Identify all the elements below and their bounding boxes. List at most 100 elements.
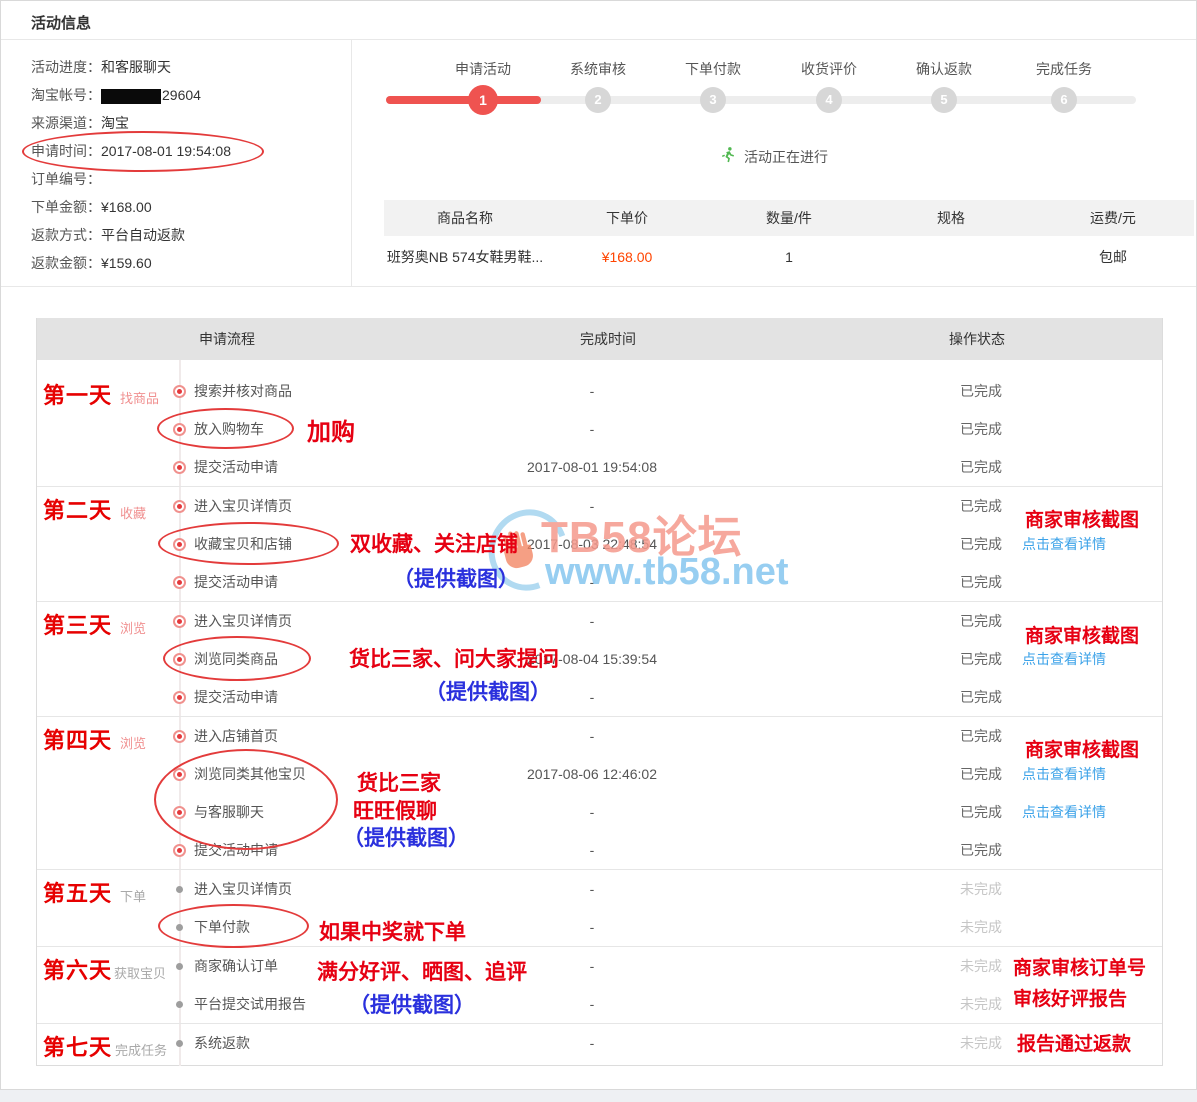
view-details-link[interactable]: 点击查看详情 <box>1022 525 1106 563</box>
product-table-header: 商品名称 下单价 数量/件 规格 运费/元 <box>384 200 1194 236</box>
step-label-6: 完成任务 <box>1004 59 1124 79</box>
product-shipping: 包邮 <box>1032 247 1194 267</box>
flow-step-row: 进入店铺首页-已完成 <box>37 717 1162 755</box>
divider <box>1 39 1196 40</box>
step-circle-1: 1 <box>468 85 498 115</box>
info-row-account: 淘宝帐号：29604 <box>31 81 341 109</box>
product-table-row: 班努奥NB 574女鞋男鞋... ¥168.00 1 包邮 <box>384 239 1194 275</box>
day-group-4: 第四天浏览 进入店铺首页-已完成 浏览同类其他宝贝2017-08-06 12:4… <box>37 716 1162 869</box>
info-row-apply-time: 申请时间：2017-08-01 19:54:08 <box>31 137 341 165</box>
activity-info-page: 活动信息 活动进度：和客服聊天 淘宝帐号：29604 来源渠道：淘宝 申请时间：… <box>0 0 1197 1090</box>
status-badge: 已完成 <box>960 678 1002 716</box>
product-price: ¥168.00 <box>546 249 708 265</box>
status-badge: 已完成 <box>960 793 1002 831</box>
status-badge: 未完成 <box>960 870 1002 908</box>
status-badge: 已完成 <box>960 640 1002 678</box>
status-badge: 已完成 <box>960 372 1002 410</box>
flow-step-row: 下单付款-未完成 <box>37 908 1162 946</box>
flow-step-row: 提交活动申请-已完成 <box>37 831 1162 869</box>
flow-step-row: 提交活动申请-已完成 <box>37 678 1162 716</box>
step-circle-5: 5 <box>931 87 957 113</box>
info-row-refund-amount: 返款金额：¥159.60 <box>31 249 341 277</box>
status-badge: 未完成 <box>960 908 1002 946</box>
flow-table-header: 申请流程 完成时间 操作状态 <box>37 318 1162 360</box>
step-bullet-done-icon <box>173 691 186 704</box>
step-label-3: 下单付款 <box>653 59 773 79</box>
status-badge: 已完成 <box>960 831 1002 869</box>
info-row-channel: 来源渠道：淘宝 <box>31 109 341 137</box>
flow-step-row: 提交活动申请2017-08-01 19:54:08已完成 <box>37 448 1162 486</box>
step-circle-2: 2 <box>585 87 611 113</box>
page-title: 活动信息 <box>31 12 91 33</box>
status-badge: 已完成 <box>960 755 1002 793</box>
flow-step-row: 进入宝贝详情页-未完成 <box>37 870 1162 908</box>
status-badge: 已完成 <box>960 717 1002 755</box>
step-bullet-todo-icon <box>176 963 183 970</box>
flow-step-row: 放入购物车-已完成 <box>37 410 1162 448</box>
step-bullet-done-icon <box>173 423 186 436</box>
runner-icon <box>719 146 737 167</box>
flow-step-row: 收藏宝贝和店铺2017-08-03 22:48:54已完成点击查看详情 <box>37 525 1162 563</box>
step-bullet-todo-icon <box>176 1001 183 1008</box>
activity-info-panel: 活动进度：和客服聊天 淘宝帐号：29604 来源渠道：淘宝 申请时间：2017-… <box>31 53 341 277</box>
day-group-6: 第六天获取宝贝 商家确认订单-未完成 平台提交试用报告-未完成 <box>37 946 1162 1023</box>
step-bullet-done-icon <box>173 500 186 513</box>
day-group-1: 第一天找商品 搜索并核对商品-已完成 放入购物车-已完成 提交活动申请2017-… <box>37 360 1162 486</box>
flow-step-row: 搜索并核对商品-已完成 <box>37 372 1162 410</box>
day-group-5: 第五天下单 进入宝贝详情页-未完成 下单付款-未完成 <box>37 869 1162 946</box>
step-bullet-done-icon <box>173 806 186 819</box>
step-bullet-done-icon <box>173 615 186 628</box>
flow-table: 申请流程 完成时间 操作状态 第一天找商品 搜索并核对商品-已完成 放入购物车-… <box>36 318 1163 1066</box>
info-row-refund-method: 返款方式：平台自动返款 <box>31 221 341 249</box>
day-group-2: 第二天收藏 进入宝贝详情页-已完成 收藏宝贝和店铺2017-08-03 22:4… <box>37 486 1162 601</box>
status-badge: 已完成 <box>960 525 1002 563</box>
step-circle-6: 6 <box>1051 87 1077 113</box>
step-label-2: 系统审核 <box>538 59 658 79</box>
view-details-link[interactable]: 点击查看详情 <box>1022 755 1106 793</box>
step-label-1: 申请活动 <box>423 59 543 79</box>
step-label-4: 收货评价 <box>769 59 889 79</box>
view-details-link[interactable]: 点击查看详情 <box>1022 793 1106 831</box>
step-circle-3: 3 <box>700 87 726 113</box>
step-label-5: 确认返款 <box>884 59 1004 79</box>
view-details-link[interactable]: 点击查看详情 <box>1022 640 1106 678</box>
step-bullet-done-icon <box>173 653 186 666</box>
status-badge: 未完成 <box>960 947 1002 985</box>
step-circle-4: 4 <box>816 87 842 113</box>
status-badge: 已完成 <box>960 602 1002 640</box>
flow-step-row: 进入宝贝详情页-已完成 <box>37 602 1162 640</box>
flow-step-row: 浏览同类商品2017-08-04 15:39:54已完成点击查看详情 <box>37 640 1162 678</box>
step-bullet-done-icon <box>173 844 186 857</box>
divider <box>1 286 1196 287</box>
info-row-order-no: 订单编号： <box>31 165 341 193</box>
info-row-order-amount: 下单金额：¥168.00 <box>31 193 341 221</box>
step-bullet-todo-icon <box>176 1040 183 1047</box>
status-badge: 未完成 <box>960 985 1002 1023</box>
flow-step-row: 商家确认订单-未完成 <box>37 947 1162 985</box>
flow-step-row: 进入宝贝详情页-已完成 <box>37 487 1162 525</box>
product-name: 班努奥NB 574女鞋男鞋... <box>384 247 546 267</box>
day-group-7: 第七天完成任务 系统返款-未完成 <box>37 1023 1162 1066</box>
status-badge: 已完成 <box>960 563 1002 601</box>
step-bullet-done-icon <box>173 576 186 589</box>
flow-step-row: 平台提交试用报告-未完成 <box>37 985 1162 1023</box>
status-badge: 未完成 <box>960 1024 1002 1062</box>
flow-step-row: 提交活动申请-已完成 <box>37 563 1162 601</box>
step-bullet-done-icon <box>173 768 186 781</box>
step-bullet-done-icon <box>173 385 186 398</box>
flow-step-row: 系统返款-未完成 <box>37 1024 1162 1062</box>
stepper-progress <box>386 96 541 104</box>
step-bullet-done-icon <box>173 538 186 551</box>
divider <box>351 40 352 286</box>
status-badge: 已完成 <box>960 410 1002 448</box>
status-badge: 已完成 <box>960 448 1002 486</box>
step-bullet-todo-icon <box>176 924 183 931</box>
flow-step-row: 浏览同类其他宝贝2017-08-06 12:46:02已完成点击查看详情 <box>37 755 1162 793</box>
step-bullet-done-icon <box>173 730 186 743</box>
step-bullet-todo-icon <box>176 886 183 893</box>
flow-step-row: 与客服聊天-已完成点击查看详情 <box>37 793 1162 831</box>
info-row-progress: 活动进度：和客服聊天 <box>31 53 341 81</box>
day-group-3: 第三天浏览 进入宝贝详情页-已完成 浏览同类商品2017-08-04 15:39… <box>37 601 1162 716</box>
step-bullet-done-icon <box>173 461 186 474</box>
redaction-bar <box>101 89 161 104</box>
